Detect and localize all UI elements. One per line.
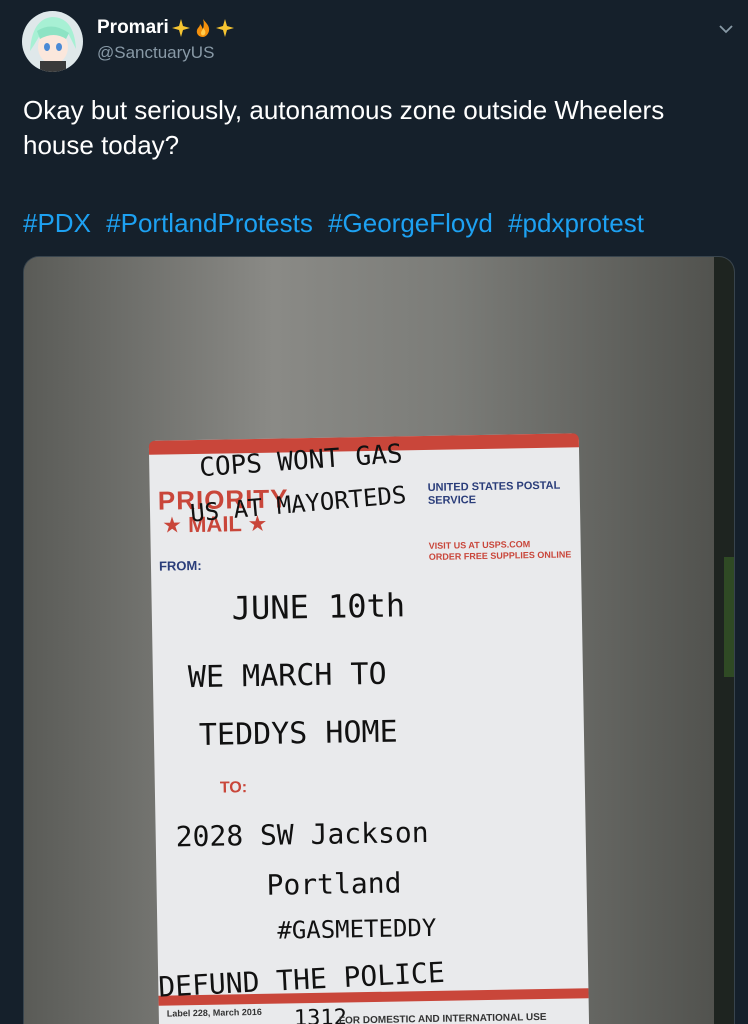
sparkles-icon	[215, 18, 235, 38]
label-number: Label 228, March 2016	[166, 1006, 262, 1019]
handwriting-line: TEDDYS HOME	[198, 714, 398, 753]
avatar[interactable]	[22, 11, 83, 72]
handwriting-line: Portland	[266, 866, 402, 902]
tweet-photo[interactable]: PRIORITY ★ MAIL ★ UNITED STATES POSTAL S…	[23, 256, 735, 1024]
sparkles-icon	[171, 18, 191, 38]
tweet-text: Okay but seriously, autonamous zone outs…	[23, 95, 665, 160]
handwriting-line: WE MARCH TO	[187, 656, 387, 696]
hashtag-link[interactable]: #PortlandProtests	[106, 208, 313, 238]
user-handle[interactable]: @SanctuaryUS	[97, 43, 214, 63]
handwriting-line: #GASMETEDDY	[277, 913, 437, 945]
hashtag-link[interactable]: #GeorgeFloyd	[328, 208, 493, 238]
display-name[interactable]: Promari	[97, 17, 169, 39]
priority-mail-label: PRIORITY ★ MAIL ★ UNITED STATES POSTAL S…	[148, 433, 590, 1024]
name-row: Promari	[97, 16, 235, 40]
chevron-down-icon[interactable]	[715, 18, 737, 40]
usps-url: VISIT US AT USPS.COM	[428, 539, 531, 551]
tweet: Promari @SanctuaryUS Okay but seriously,…	[0, 0, 748, 1024]
usps-text: UNITED STATES POSTAL SERVICE	[427, 479, 561, 507]
from-label: FROM:	[158, 557, 202, 574]
fire-icon	[193, 18, 213, 38]
hashtag-link[interactable]: #pdxprotest	[508, 208, 644, 238]
handwriting-line: 2028 SW Jackson	[175, 815, 429, 854]
handwriting-line: JUNE 10th	[231, 586, 406, 628]
hashtags: #PDX #PortlandProtests #GeorgeFloyd #pdx…	[23, 206, 738, 241]
to-label: TO:	[219, 779, 248, 797]
hashtag-link[interactable]: #PDX	[23, 208, 91, 238]
